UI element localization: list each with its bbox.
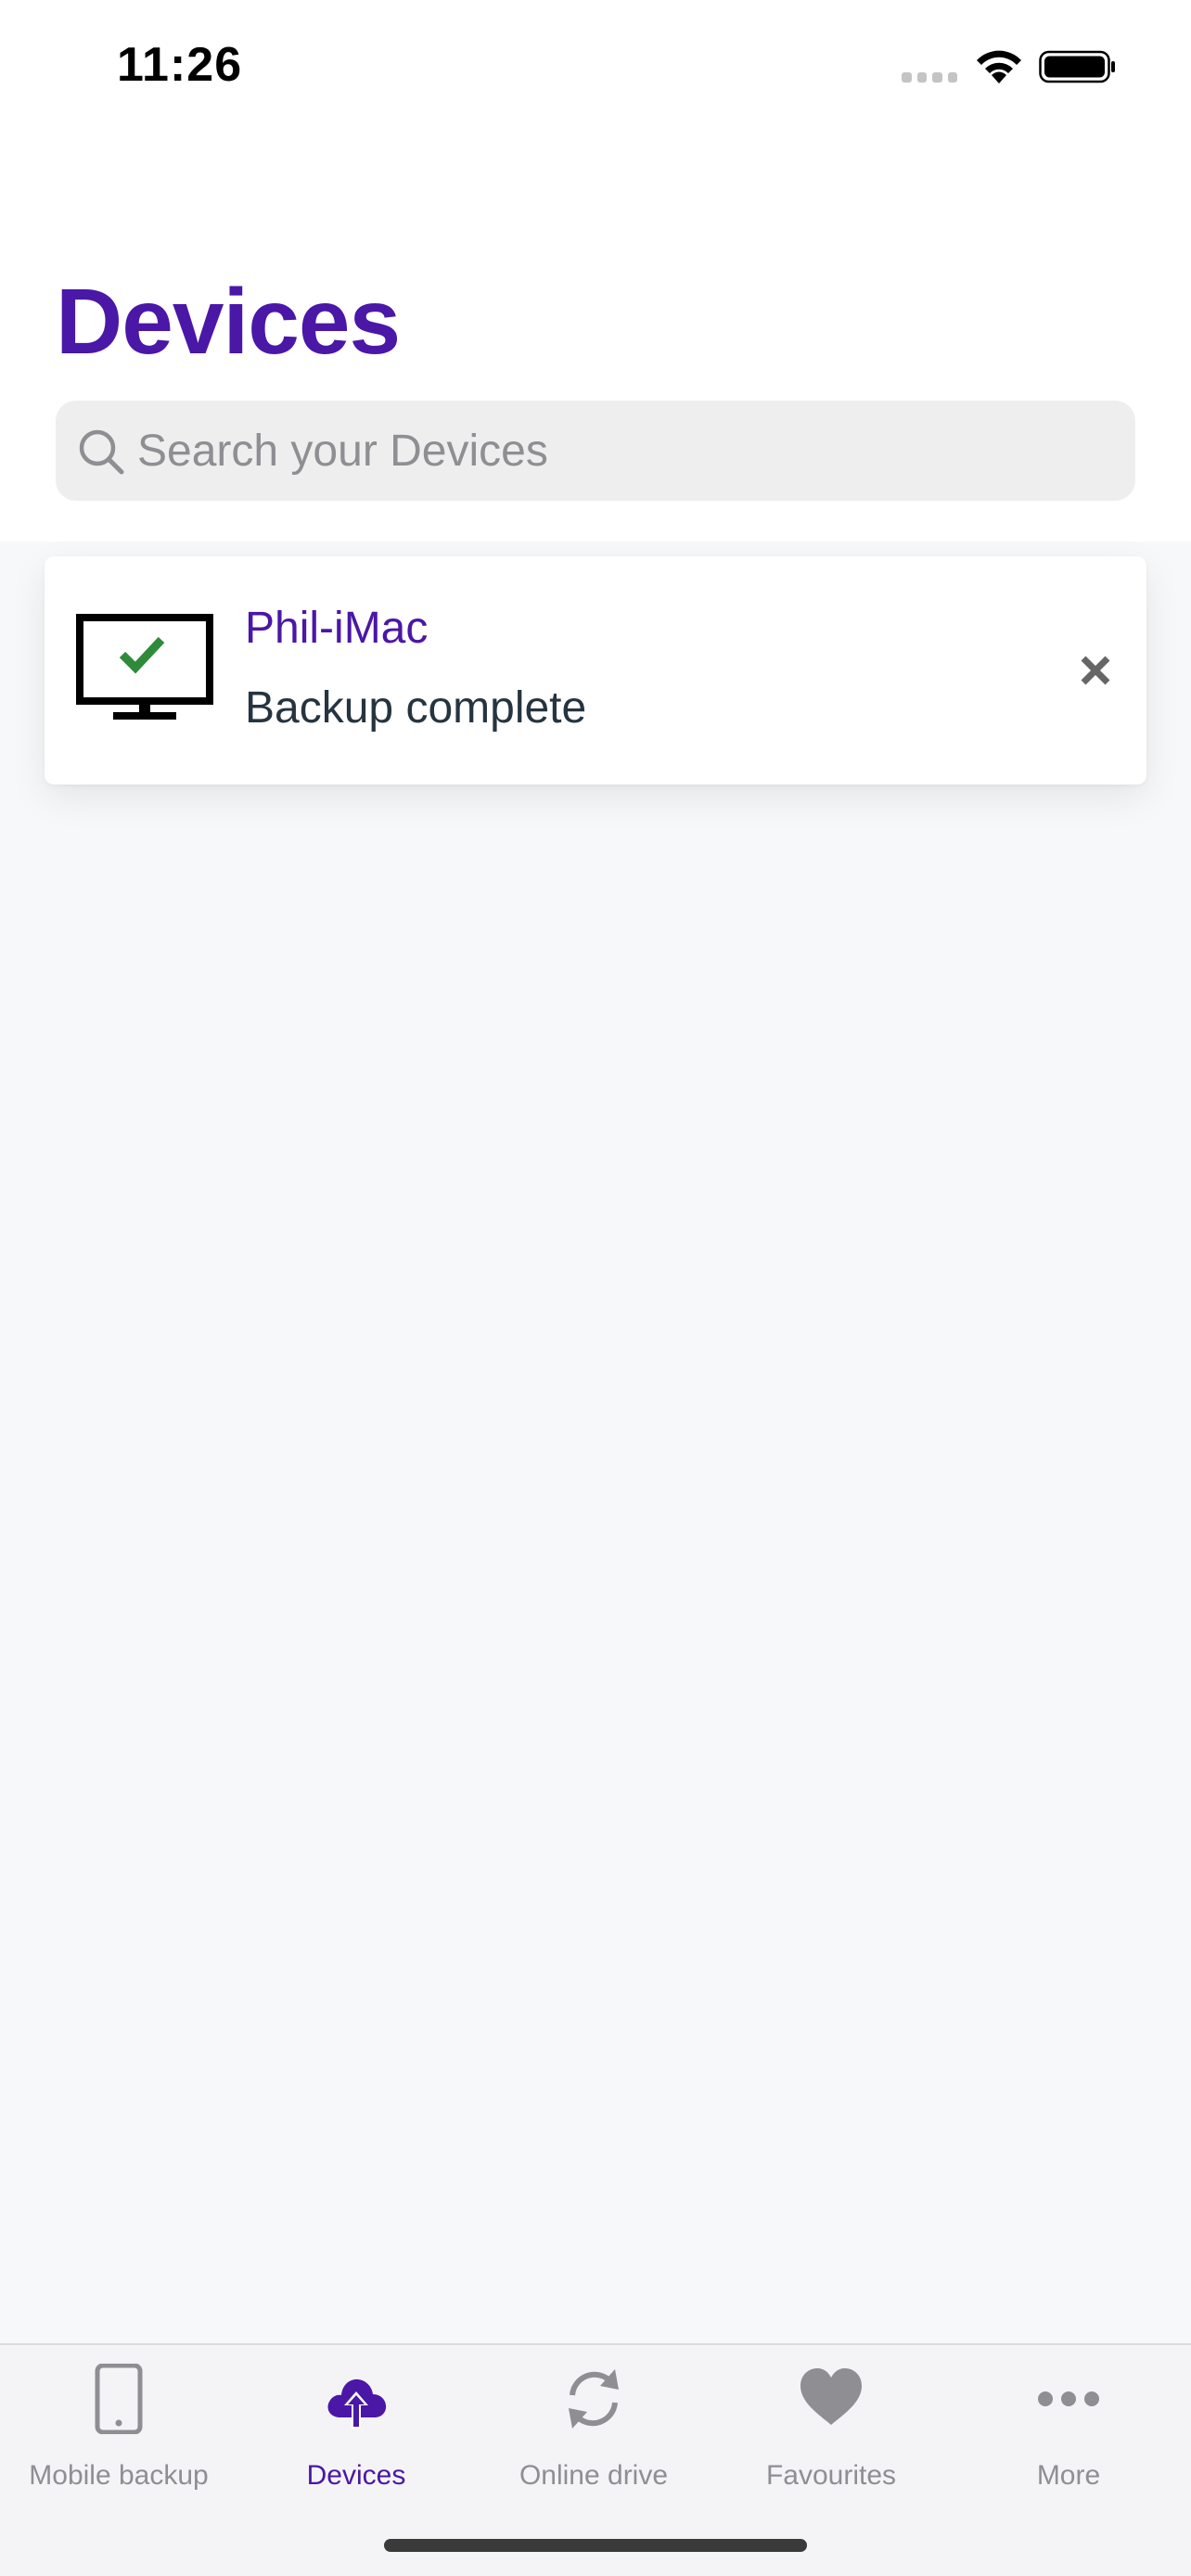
tab-more[interactable]: More — [950, 2345, 1187, 2503]
device-card[interactable]: Phil-iMac Backup complete — [45, 556, 1146, 784]
heart-icon — [800, 2368, 862, 2425]
tab-label: Favourites — [765, 2460, 897, 2491]
status-time: 11:26 — [117, 38, 243, 92]
cellular-signal-icon — [902, 72, 957, 83]
tab-label: Devices — [306, 2460, 406, 2491]
home-indicator — [384, 2539, 807, 2552]
more-dots-icon — [1038, 2391, 1099, 2406]
search-icon — [79, 429, 124, 475]
device-status: Backup complete — [245, 683, 587, 733]
cloud-upload-icon — [327, 2378, 387, 2429]
tab-mobile-backup[interactable]: Mobile backup — [0, 2345, 237, 2503]
search-input[interactable] — [137, 401, 1121, 501]
battery-icon — [1039, 50, 1115, 83]
tab-favourites[interactable]: Favourites — [712, 2345, 950, 2503]
search-bar[interactable] — [56, 401, 1135, 501]
tab-online-drive[interactable]: Online drive — [475, 2345, 712, 2503]
tab-devices[interactable]: Devices — [237, 2345, 475, 2503]
remove-device-button[interactable] — [1065, 640, 1126, 701]
page-title: Devices — [56, 270, 401, 374]
tab-label: More — [1036, 2460, 1101, 2491]
phone-icon — [95, 2364, 143, 2434]
close-icon — [1081, 656, 1110, 685]
status-bar: 11:26 — [0, 0, 1191, 139]
monitor-check-icon — [76, 614, 213, 720]
tab-label: Online drive — [519, 2460, 669, 2491]
wifi-icon — [977, 50, 1021, 83]
tab-label: Mobile backup — [29, 2460, 209, 2491]
sync-icon — [569, 2369, 619, 2429]
device-name: Phil-iMac — [245, 604, 429, 653]
